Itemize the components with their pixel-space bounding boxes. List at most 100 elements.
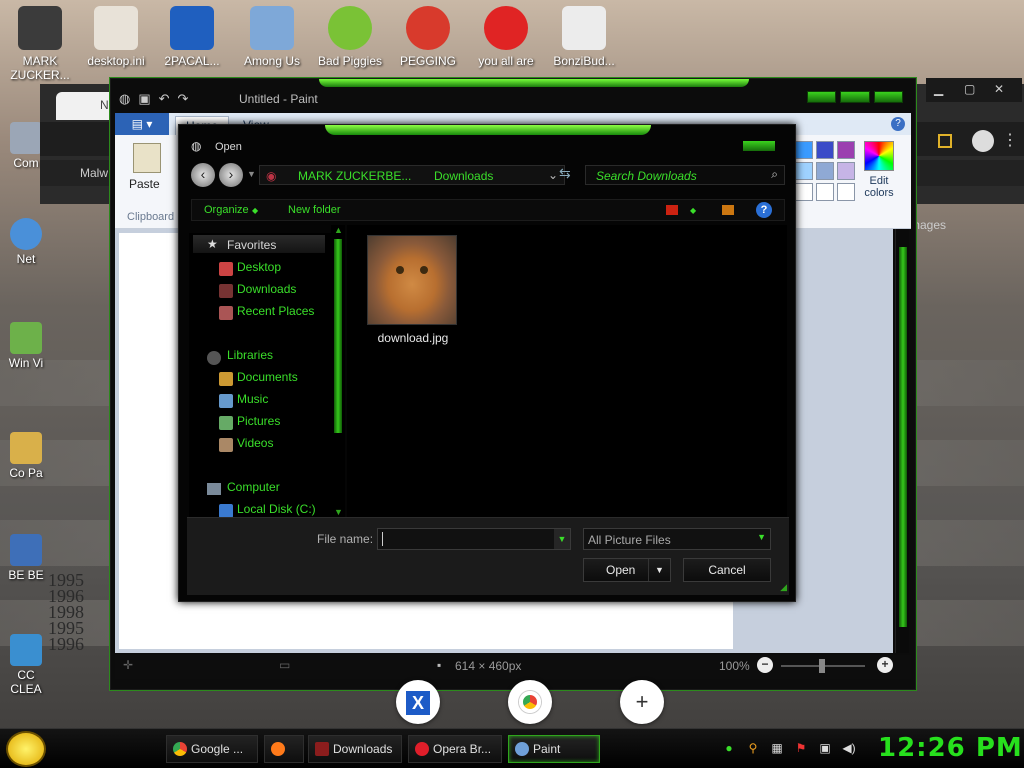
desktop-icon-among-us[interactable]: Among Us: [232, 6, 312, 68]
color-swatch[interactable]: [816, 183, 834, 201]
color-swatch[interactable]: [837, 141, 855, 159]
color-swatch[interactable]: [795, 183, 813, 201]
tray-network-icon[interactable]: ▣: [818, 741, 832, 755]
help-icon[interactable]: ?: [756, 202, 772, 218]
scroll-up-icon[interactable]: ▲: [334, 225, 343, 235]
tray-action-center-icon[interactable]: ▦: [770, 741, 784, 755]
x-app-button[interactable]: X: [396, 680, 440, 724]
desktop-icon-control-panel[interactable]: Co Pa: [6, 432, 46, 480]
tray-volume-icon[interactable]: ◀): [842, 741, 856, 755]
more-menu-icon[interactable]: ⋮: [1002, 130, 1018, 150]
desktop-icon-pegging[interactable]: PEGGING: [388, 6, 468, 68]
save-icon[interactable]: ▣: [138, 91, 158, 106]
file-name-input[interactable]: ▼: [377, 528, 571, 550]
scroll-thumb[interactable]: [899, 247, 907, 627]
paint-app-icon[interactable]: ◍: [119, 91, 138, 106]
maximize-icon[interactable]: ▢: [964, 82, 975, 96]
chrome-button[interactable]: [508, 680, 552, 724]
avatar[interactable]: [972, 130, 994, 152]
vertical-scrollbar[interactable]: [895, 229, 909, 653]
taskbar-item-firefox[interactable]: [264, 735, 304, 763]
nav-pane-scrollbar[interactable]: ▲ ▼: [331, 225, 345, 517]
forward-button[interactable]: ›: [219, 163, 243, 187]
nav-item-downloads[interactable]: Downloads: [237, 282, 296, 296]
tray-search-icon[interactable]: ⚲: [746, 741, 760, 755]
minimize-icon[interactable]: ▁: [934, 82, 943, 96]
search-input[interactable]: Search Downloads ⌕: [585, 165, 785, 185]
nav-item-videos[interactable]: Videos: [237, 436, 273, 450]
file-menu-button[interactable]: ▤ ▾: [115, 113, 169, 135]
nav-item-desktop[interactable]: Desktop: [237, 260, 281, 274]
breadcrumb-user[interactable]: MARK ZUCKERBE...: [298, 169, 411, 183]
history-dropdown-icon[interactable]: ▼: [247, 169, 256, 179]
dialog-close-button[interactable]: [743, 141, 775, 151]
edit-colors-button[interactable]: Edit colors: [855, 141, 903, 199]
maximize-button[interactable]: [840, 91, 870, 103]
organize-dropdown-icon[interactable]: ◆: [252, 206, 258, 215]
file-type-select[interactable]: All Picture Files ▼: [583, 528, 771, 550]
scroll-thumb[interactable]: [334, 239, 342, 433]
nav-item-music[interactable]: Music: [237, 392, 268, 406]
search-icon[interactable]: ⌕: [771, 167, 778, 182]
desktop-icon-desktop-ini[interactable]: desktop.ini: [76, 6, 156, 68]
close-icon[interactable]: ✕: [994, 82, 1004, 96]
zoom-out-button[interactable]: −: [757, 657, 773, 673]
color-swatch[interactable]: [816, 162, 834, 180]
desktop-icon-mark-zuckerberg[interactable]: MARK ZUCKER...: [0, 6, 80, 82]
address-bar[interactable]: ◉ MARK ZUCKERBE... Downloads ⌄: [259, 165, 565, 185]
close-button[interactable]: [873, 91, 903, 103]
nav-item-documents[interactable]: Documents: [237, 370, 298, 384]
view-options-icon[interactable]: [666, 205, 678, 215]
minimize-button[interactable]: [807, 91, 837, 103]
nav-item-recent-places[interactable]: Recent Places: [237, 304, 314, 318]
zoom-in-button[interactable]: +: [877, 657, 893, 673]
address-dropdown-icon[interactable]: ⌄: [548, 168, 558, 182]
desktop-icon-recycle-bin[interactable]: Win Vi: [6, 322, 46, 370]
zoom-slider-handle[interactable]: [819, 659, 825, 673]
color-swatch[interactable]: [837, 162, 855, 180]
resize-grip-icon[interactable]: ◢: [780, 582, 787, 593]
nav-favorites[interactable]: Favorites: [227, 238, 276, 252]
desktop-icon-bad-piggies[interactable]: Bad Piggies: [310, 6, 390, 68]
paste-icon[interactable]: [133, 143, 161, 173]
back-button[interactable]: ‹: [191, 163, 215, 187]
file-name-dropdown-icon[interactable]: ▼: [554, 529, 570, 549]
desktop-icon-ccleaner[interactable]: CC CLEA: [6, 634, 46, 696]
scroll-down-icon[interactable]: ▼: [334, 507, 343, 517]
color-swatch[interactable]: [795, 162, 813, 180]
bookmark-item[interactable]: Malw: [80, 166, 108, 180]
organize-button[interactable]: Organize: [204, 204, 249, 216]
desktop-icon-network[interactable]: Net: [6, 218, 46, 266]
open-button[interactable]: Open ▼: [583, 558, 671, 582]
desktop-icon-bonzibuddy[interactable]: BonziBud...: [544, 6, 624, 68]
nav-libraries[interactable]: Libraries: [227, 348, 273, 362]
start-button[interactable]: [6, 731, 46, 767]
redo-icon[interactable]: ↷: [178, 91, 197, 106]
color-swatch[interactable]: [795, 141, 813, 159]
undo-icon[interactable]: ↶: [159, 91, 178, 106]
open-options-dropdown-icon[interactable]: ▼: [648, 559, 670, 581]
new-folder-button[interactable]: New folder: [288, 204, 341, 216]
desktop-icon-2pacal[interactable]: 2PACAL...: [152, 6, 232, 68]
cancel-button[interactable]: Cancel: [683, 558, 771, 582]
desktop-icon-you-all-are[interactable]: you all are: [466, 6, 546, 68]
desktop-icon-be[interactable]: BE BE: [6, 534, 46, 582]
color-swatch[interactable]: [837, 183, 855, 201]
preview-pane-icon[interactable]: [722, 205, 734, 215]
taskbar-item-opera[interactable]: Opera Br...: [408, 735, 502, 763]
paste-button[interactable]: Paste: [129, 177, 160, 191]
taskbar-item-downloads[interactable]: Downloads: [308, 735, 402, 763]
taskbar-item-paint[interactable]: Paint: [508, 735, 600, 763]
breadcrumb-downloads[interactable]: Downloads: [434, 169, 493, 183]
reader-mode-icon[interactable]: [938, 134, 952, 148]
nav-item-local-disk[interactable]: Local Disk (C:): [237, 502, 316, 516]
color-swatch[interactable]: [816, 141, 834, 159]
refresh-icon[interactable]: ⇆: [559, 165, 571, 182]
taskbar-item-google[interactable]: Google ...: [166, 735, 258, 763]
view-dropdown-icon[interactable]: ◆: [690, 206, 696, 215]
add-button[interactable]: +: [620, 680, 664, 724]
nav-computer[interactable]: Computer: [227, 480, 280, 494]
taskbar-clock[interactable]: 12:26 PM: [878, 733, 1023, 763]
nav-item-pictures[interactable]: Pictures: [237, 414, 280, 428]
tray-app-icon[interactable]: ●: [722, 741, 736, 755]
